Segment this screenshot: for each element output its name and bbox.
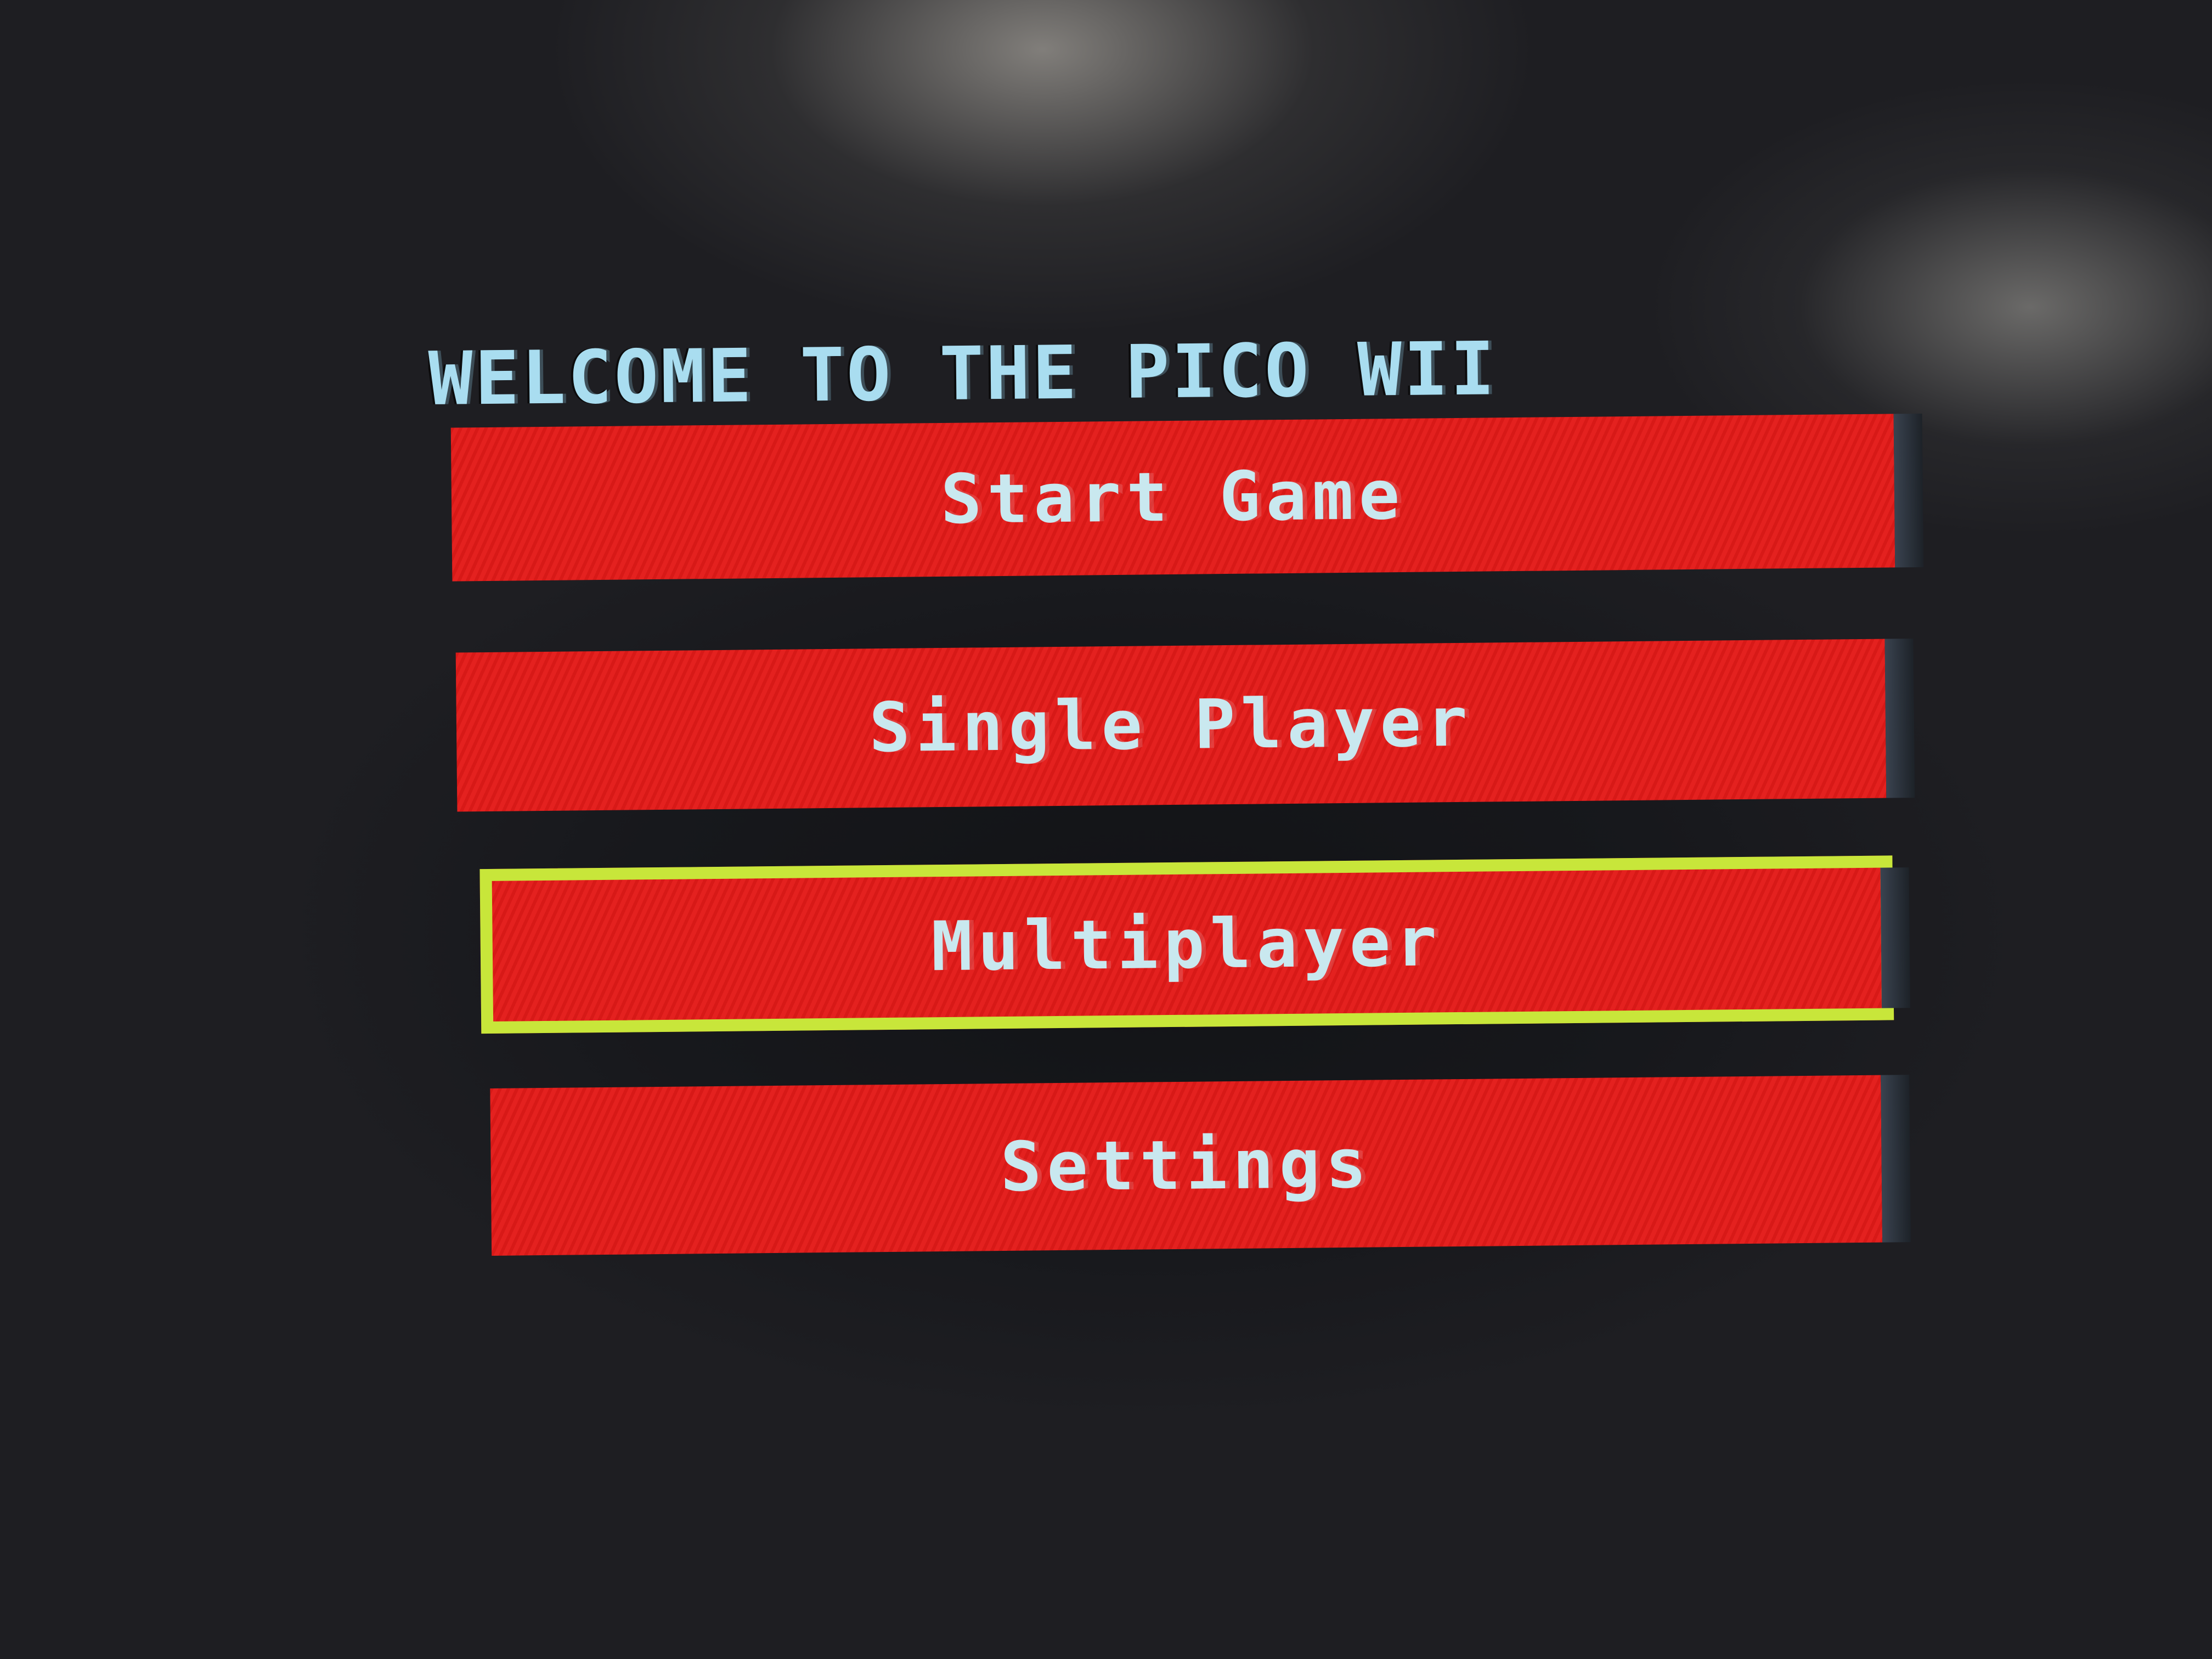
welcome-title: WELCOME TO THE PICO WII: [428, 326, 1498, 420]
single-player-button[interactable]: Single Player: [455, 639, 1887, 812]
settings-label: Settings: [1000, 1124, 1373, 1207]
multiplayer-label: Multiplayer: [931, 902, 1443, 987]
monitor-screen: WELCOME TO THE PICO WII Start Game Singl…: [428, 315, 1929, 1273]
photo-frame: WELCOME TO THE PICO WII Start Game Singl…: [0, 0, 2212, 1659]
settings-button[interactable]: Settings: [490, 1075, 1883, 1256]
start-game-button[interactable]: Start Game: [450, 414, 1895, 582]
single-player-label: Single Player: [868, 682, 1474, 768]
start-game-label: Start Game: [940, 455, 1406, 540]
multiplayer-button[interactable]: Multiplayer: [479, 855, 1894, 1034]
